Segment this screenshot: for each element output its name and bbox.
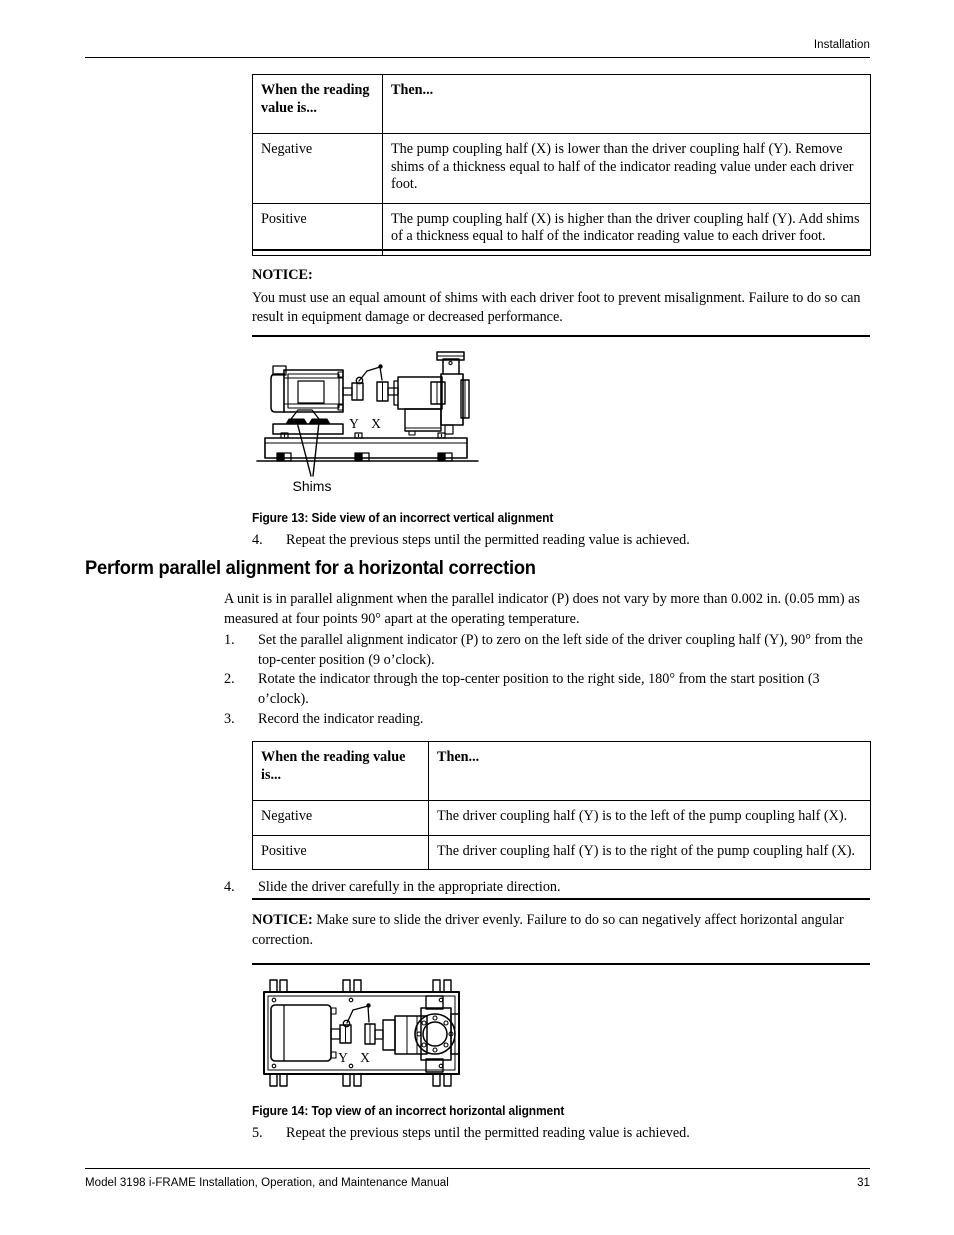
cell-result-negative: The driver coupling half (Y) is to the l… <box>428 800 871 836</box>
step-horizontal-2: 2. Rotate the indicator through the top-… <box>224 670 870 709</box>
figure-13-caption: Figure 13: Side view of an incorrect ver… <box>252 511 554 525</box>
step-number: 2. <box>224 671 235 687</box>
step-text: Set the parallel alignment indicator (P)… <box>258 632 863 668</box>
cell-reading-positive: Positive <box>252 834 429 870</box>
driver-body <box>283 369 344 413</box>
label-pump-coupling-x: X <box>371 416 381 431</box>
indicator-dial-top <box>342 1019 351 1028</box>
cell-reading-positive: Positive <box>252 202 383 256</box>
section-heading-parallel-alignment: Perform parallel alignment for a horizon… <box>85 557 536 579</box>
cell-reading-negative: Negative <box>252 800 429 836</box>
driver-end-bell <box>270 373 285 413</box>
header-chapter-title: Installation <box>813 39 870 51</box>
column-header-then: Then... <box>428 741 871 801</box>
label-driver-coupling-y: Y <box>338 1050 348 1065</box>
baseplate-tabs-bottom <box>269 1073 452 1087</box>
step-text: Repeat the previous steps until the perm… <box>286 532 690 548</box>
figure-14-top-view: Y X <box>255 978 470 1088</box>
notice-text: You must use an equal amount of shims wi… <box>252 289 861 326</box>
page-footer: Model 3198 i-FRAME Installation, Operati… <box>85 1168 870 1189</box>
step-horizontal-5: 5. Repeat the previous steps until the p… <box>252 1124 870 1144</box>
table-header-row: When the reading value is... Then... <box>252 741 871 801</box>
driver-body-top <box>270 1004 332 1062</box>
step-number: 1. <box>224 632 235 648</box>
step-horizontal-1: 1. Set the parallel alignment indicator … <box>224 631 870 670</box>
notice-block-vertical: NOTICE: You must use an equal amount of … <box>252 249 870 337</box>
step-text: Repeat the previous steps until the perm… <box>286 1125 690 1141</box>
label-pump-coupling-x: X <box>360 1050 370 1065</box>
shim-leader-lines <box>296 421 320 477</box>
cell-result-positive: The driver coupling half (Y) is to the r… <box>428 834 871 870</box>
figure-14-caption: Figure 14: Top view of an incorrect hori… <box>252 1104 565 1118</box>
header-rule <box>85 57 870 58</box>
table-row: Positive The driver coupling half (Y) is… <box>252 834 871 870</box>
top-view-drawing: Y X <box>263 979 460 1087</box>
notice-block-horizontal: NOTICE: Make sure to slide the driver ev… <box>252 898 870 965</box>
step-number: 3. <box>224 711 235 727</box>
baseplate-feet <box>276 452 453 462</box>
pump-stuffing-box <box>430 381 446 405</box>
step-horizontal-3: 3. Record the indicator reading. <box>224 710 870 730</box>
step-horizontal-4: 4. Slide the driver carefully in the app… <box>224 878 870 898</box>
table-header-row: When the reading value is... Then... <box>252 74 871 134</box>
section-intro-paragraph: A unit is in parallel alignment when the… <box>224 591 860 627</box>
cell-result-negative: The pump coupling half (X) is lower than… <box>382 133 871 204</box>
cell-result-positive: The pump coupling half (X) is higher tha… <box>382 202 871 256</box>
column-header-reading-value: When the reading value is... <box>252 741 429 801</box>
notice-body: NOTICE: You must use an equal amount of … <box>252 251 870 335</box>
step-number: 4. <box>224 879 235 895</box>
footer-row: Model 3198 i-FRAME Installation, Operati… <box>85 1169 870 1189</box>
pump-bearing-housing-top <box>382 1019 396 1051</box>
cell-reading-negative: Negative <box>252 133 383 204</box>
pump-casing-foot <box>444 424 454 435</box>
step-text: Slide the driver carefully in the approp… <box>258 879 561 895</box>
step-number: 5. <box>252 1125 263 1141</box>
step-number: 4. <box>252 532 263 548</box>
notice-text: Make sure to slide the driver evenly. Fa… <box>252 912 844 948</box>
notice-body: NOTICE: Make sure to slide the driver ev… <box>252 900 870 963</box>
driver-core <box>297 380 325 404</box>
notice-label: NOTICE: <box>252 267 313 283</box>
baseplate-tabs-top <box>269 979 452 993</box>
table-horizontal-reading: When the reading value is... Then... Neg… <box>252 741 871 870</box>
column-header-then: Then... <box>382 74 871 134</box>
step-text: Rotate the indicator through the top-cen… <box>258 671 820 707</box>
pump-shaft <box>387 387 399 396</box>
driver-shaft <box>342 387 353 396</box>
table-row: Negative The pump coupling half (X) is l… <box>252 133 871 204</box>
document-page: Installation When the reading value is..… <box>0 0 954 1235</box>
dial-indicator-assembly-top <box>342 1003 371 1028</box>
baseplate <box>264 437 468 459</box>
footer-manual-title: Model 3198 i-FRAME Installation, Operati… <box>85 1177 449 1189</box>
dial-indicator-assembly <box>355 364 383 385</box>
step-text: Record the indicator reading. <box>258 711 424 727</box>
label-driver-coupling-y: Y <box>349 416 359 431</box>
driver-shaft-top <box>330 1028 341 1040</box>
pump-shaft-top <box>374 1029 384 1040</box>
figure-13-side-view: Y X Shims <box>255 350 480 500</box>
page-header: Installation <box>85 38 870 58</box>
table-vertical-reading: When the reading value is... Then... Neg… <box>252 74 871 256</box>
column-header-reading-value: When the reading value is... <box>252 74 383 134</box>
footer-page-number: 31 <box>857 1177 870 1189</box>
table-row: Positive The pump coupling half (X) is h… <box>252 202 871 256</box>
table-row: Negative The driver coupling half (Y) is… <box>252 800 871 836</box>
side-view-drawing: Y X Shims <box>256 351 479 494</box>
notice-label: NOTICE: <box>252 912 313 928</box>
notice-bottom-rule <box>252 334 870 337</box>
step-vertical-4: 4. Repeat the previous steps until the p… <box>252 531 870 551</box>
label-shims: Shims <box>293 478 332 494</box>
notice-bottom-rule <box>252 963 870 965</box>
